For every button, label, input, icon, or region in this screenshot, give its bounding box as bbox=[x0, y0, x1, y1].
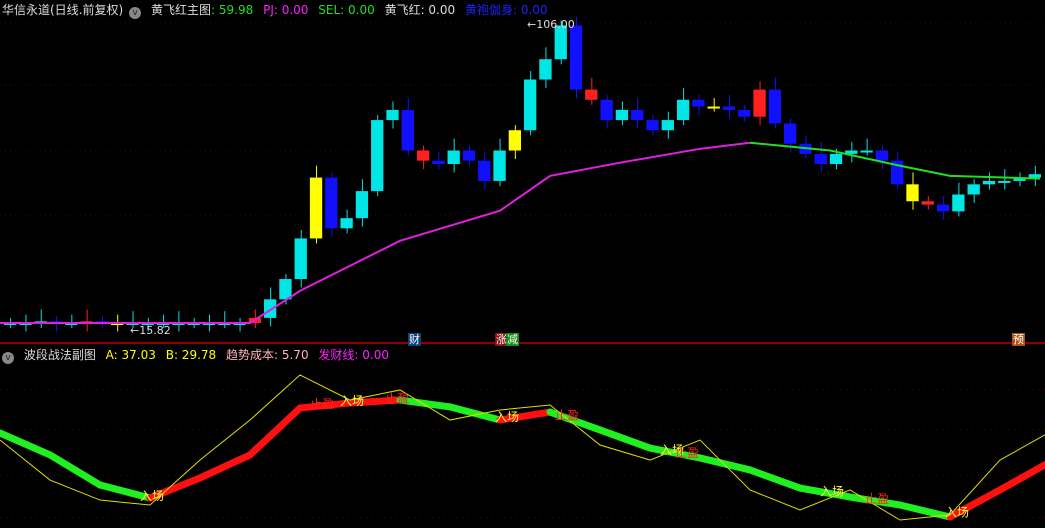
candle-body bbox=[906, 184, 919, 202]
candle-body bbox=[952, 194, 965, 212]
sub-header: v 波段战法副图 A: 37.03 B: 29.78 趋势成本: 5.70 发财… bbox=[2, 347, 395, 364]
candle-body bbox=[340, 218, 353, 229]
candle-body bbox=[524, 79, 537, 131]
candle-body bbox=[309, 177, 323, 239]
candle-body bbox=[936, 204, 950, 212]
a-value: A: 37.03 bbox=[105, 348, 156, 362]
signal-entry: 入场 bbox=[820, 484, 844, 498]
cost-value: 趋势成本: 5.70 bbox=[226, 348, 309, 362]
band-segment bbox=[196, 451, 254, 482]
candle-body bbox=[1028, 174, 1041, 178]
candle-body bbox=[432, 160, 445, 165]
candle-body bbox=[646, 120, 659, 131]
candle-body bbox=[661, 120, 674, 131]
candle-body bbox=[722, 106, 736, 110]
candle-body bbox=[692, 99, 705, 107]
candle-body bbox=[738, 109, 751, 117]
candle-body bbox=[386, 109, 399, 121]
indicator-name[interactable]: 黄飞红主图 bbox=[151, 3, 211, 17]
band-segment bbox=[696, 454, 754, 474]
candle-body bbox=[753, 89, 766, 117]
candle-body bbox=[814, 153, 827, 165]
stock-title: 华信永道(日线.前复权) bbox=[2, 3, 124, 17]
tag-jian[interactable]: 减 bbox=[506, 333, 519, 346]
candle-body bbox=[371, 120, 384, 192]
chevron-down-icon[interactable]: v bbox=[129, 7, 142, 19]
chevron-down-icon[interactable]: v bbox=[2, 352, 14, 364]
tag-yu[interactable]: 预 bbox=[1012, 333, 1025, 346]
hfh-value: 黄飞红: 0.00 bbox=[384, 3, 456, 17]
candle-body bbox=[600, 99, 613, 121]
candle-body bbox=[982, 180, 996, 185]
candle-body bbox=[784, 123, 797, 144]
candle-body bbox=[676, 99, 690, 121]
candle-body bbox=[355, 191, 369, 219]
candle-body bbox=[829, 153, 843, 165]
chart-canvas[interactable]: 入场止盈 入场 止盈入场 止盈入场止盈入场止盈入场 bbox=[0, 0, 1045, 528]
signal-entry: 入场 bbox=[945, 505, 969, 519]
pj-value: PJ: 0.00 bbox=[263, 3, 309, 17]
candle-body bbox=[493, 150, 506, 181]
candle-body bbox=[401, 109, 414, 151]
candle-body bbox=[569, 25, 583, 90]
indicator-value: : 59.98 bbox=[211, 3, 254, 17]
signal-take_profit: 止盈 bbox=[555, 408, 579, 422]
band-segment bbox=[596, 426, 654, 452]
candle-body bbox=[508, 130, 521, 151]
candle-body bbox=[967, 184, 980, 195]
signal-take_profit: 止盈 bbox=[675, 446, 699, 460]
high-price-label: ←106.00 bbox=[527, 18, 575, 31]
fcx-value: 发财线: 0.00 bbox=[318, 348, 389, 362]
low-value: 15.82 bbox=[139, 324, 171, 337]
candle-body bbox=[447, 150, 460, 165]
candle-body bbox=[264, 299, 277, 318]
candle-body bbox=[875, 150, 889, 161]
band-segment bbox=[996, 460, 1045, 494]
candle-body bbox=[416, 150, 430, 161]
band-segment bbox=[0, 429, 54, 459]
candle-body bbox=[707, 106, 720, 109]
candle-body bbox=[768, 89, 781, 124]
band-segment bbox=[746, 466, 804, 492]
candle-body bbox=[462, 150, 476, 161]
sub-indicator-name[interactable]: 波段战法副图 bbox=[24, 348, 96, 362]
candle-body bbox=[478, 160, 491, 181]
candle-body bbox=[615, 109, 629, 121]
b-value: B: 29.78 bbox=[165, 348, 217, 362]
candle-body bbox=[631, 109, 644, 121]
candle-body bbox=[998, 180, 1011, 183]
candle-body bbox=[921, 201, 934, 205]
candle-body bbox=[325, 177, 338, 229]
low-price-label: ←15.82 bbox=[130, 324, 171, 337]
band-segment bbox=[46, 451, 104, 489]
candle-body bbox=[585, 89, 598, 100]
main-header: 华信永道(日线.前复权) v 黄飞红主图: 59.98 PJ: 0.00 SEL:… bbox=[2, 2, 554, 19]
signal-take_profit: 止盈 bbox=[310, 397, 334, 411]
high-value: 106.00 bbox=[536, 18, 575, 31]
signal-entry: 入场 bbox=[340, 394, 364, 408]
signal-take_profit: 止盈 bbox=[385, 391, 409, 405]
hpjs-value: 黄袍伽身: 0.00 bbox=[464, 3, 548, 17]
tag-cai[interactable]: 财 bbox=[408, 333, 421, 346]
candle-body bbox=[539, 59, 552, 80]
signal-entry: 入场 bbox=[495, 410, 519, 424]
candle-body bbox=[294, 238, 307, 280]
band-segment bbox=[246, 404, 304, 459]
signal-take_profit: 止盈 bbox=[865, 492, 889, 506]
sel-value: SEL: 0.00 bbox=[318, 3, 375, 17]
signal-entry: 入场 bbox=[140, 489, 164, 503]
candle-body bbox=[860, 150, 873, 153]
